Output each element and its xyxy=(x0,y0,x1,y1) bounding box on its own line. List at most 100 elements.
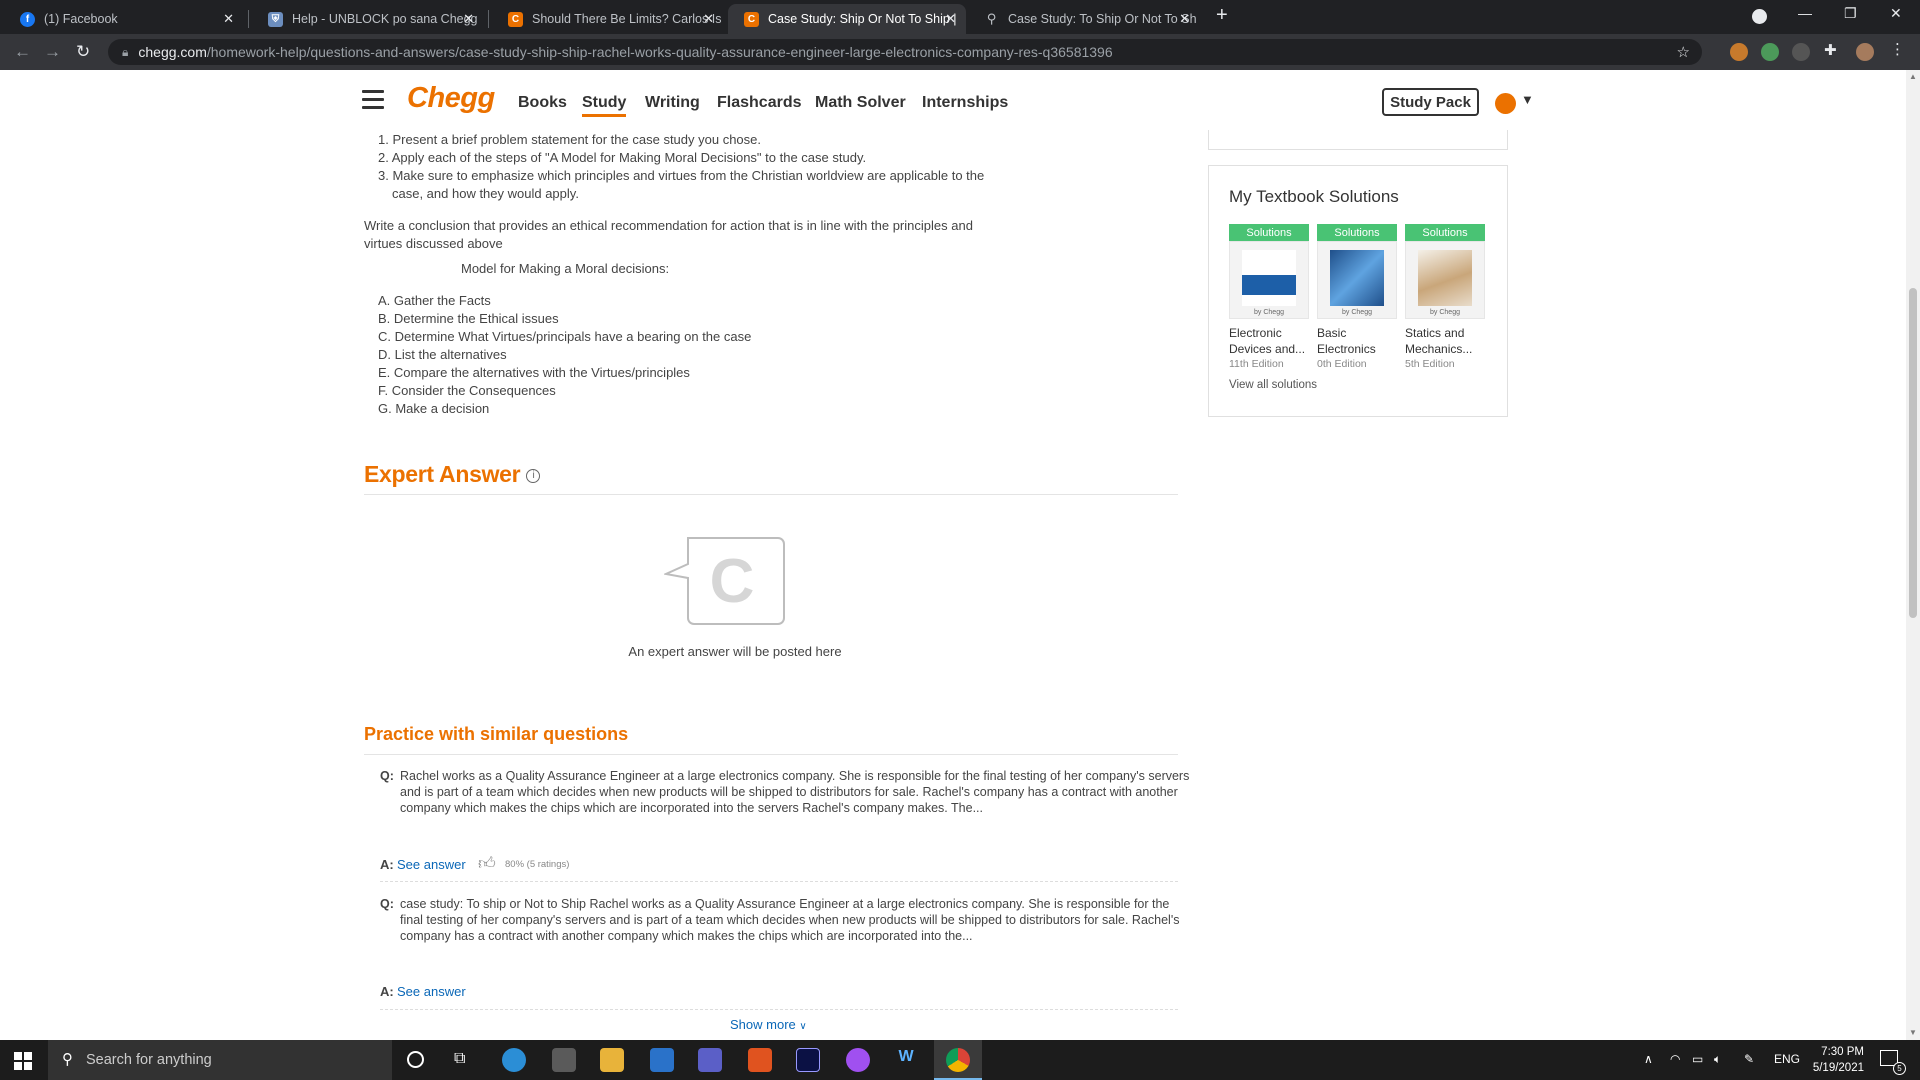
nav-books[interactable]: Books xyxy=(518,94,567,112)
url-domain: chegg.com xyxy=(138,44,207,60)
practice-title: Practice with similar questions xyxy=(364,724,629,744)
messenger-icon[interactable] xyxy=(846,1048,870,1072)
tab-title: Case Study: To Ship Or Not To Sh xyxy=(1008,12,1197,26)
battery-icon[interactable]: ▭ xyxy=(1692,1052,1703,1066)
tab-case-study-active[interactable]: C Case Study: Ship Or Not To Ship | ✕ xyxy=(728,4,966,34)
model-step-a: A. Gather the Facts xyxy=(378,293,491,308)
divider xyxy=(364,754,1178,755)
tab-separator xyxy=(488,10,489,28)
url-field[interactable]: 🔒︎ chegg.com/homework-help/questions-and… xyxy=(108,39,1702,65)
page-scrollbar[interactable]: ▲ ▼ xyxy=(1906,70,1920,1040)
tab-case-study-search[interactable]: ⚲ Case Study: To Ship Or Not To Sh ✕ xyxy=(968,4,1200,34)
forward-icon[interactable]: → xyxy=(44,42,61,62)
expert-answer-title: Expert Answer i xyxy=(364,461,541,488)
expert-placeholder-text: An expert answer will be posted here xyxy=(628,644,842,659)
chrome-taskbar-button[interactable] xyxy=(934,1040,982,1080)
teams-icon[interactable] xyxy=(698,1048,722,1072)
close-icon[interactable]: ✕ xyxy=(463,11,474,27)
waves-icon[interactable]: W xyxy=(894,1048,918,1072)
question-text: Rachel works as a Quality Assurance Engi… xyxy=(400,769,1190,815)
bookmark-star-icon[interactable]: ☆ xyxy=(1677,43,1690,61)
nav-math-solver[interactable]: Math Solver xyxy=(815,94,906,112)
step-2: 2. Apply each of the steps of "A Model f… xyxy=(378,150,867,165)
study-pack-button[interactable]: Study Pack xyxy=(1382,88,1479,116)
view-all-solutions-link[interactable]: View all solutions xyxy=(1229,379,1317,391)
office-icon[interactable] xyxy=(748,1048,772,1072)
info-icon[interactable]: i xyxy=(526,468,541,483)
show-more-button[interactable]: Show more ∨ xyxy=(730,1017,807,1032)
practice-question-2: Q: case study: To ship or Not to Ship Ra… xyxy=(380,896,1180,966)
textbook-item[interactable]: Solutions by Chegg Electronic Devices an… xyxy=(1229,224,1309,370)
scroll-up-icon[interactable]: ▲ xyxy=(1909,72,1917,81)
back-icon[interactable]: ← xyxy=(14,42,31,62)
extension-globe-icon[interactable] xyxy=(1761,43,1779,61)
scrollbar-thumb[interactable] xyxy=(1909,288,1917,618)
chevron-down-icon[interactable]: ▼ xyxy=(1521,92,1534,107)
facebook-icon: f xyxy=(20,11,35,27)
nav-flashcards[interactable]: Flashcards xyxy=(717,94,801,112)
address-bar-row: ← → ↻ 🔒︎ chegg.com/homework-help/questio… xyxy=(0,34,1920,70)
tray-chevron-up-icon[interactable]: ∧ xyxy=(1644,1052,1653,1066)
windows-start-icon[interactable] xyxy=(14,1052,32,1070)
restore-icon[interactable]: ❐ xyxy=(1844,5,1857,22)
tab-facebook[interactable]: f (1) Facebook ✕ xyxy=(4,4,244,34)
file-explorer-icon[interactable] xyxy=(600,1048,624,1072)
pen-icon[interactable]: ✎ xyxy=(1744,1052,1754,1066)
see-answer-link[interactable]: See answer xyxy=(397,984,466,999)
step-3-cont: case, and how they would apply. xyxy=(392,186,579,201)
tab-should-there-be-limits[interactable]: C Should There Be Limits? Carlos Is ✕ xyxy=(492,4,724,34)
avatar[interactable] xyxy=(1856,43,1874,61)
kebab-menu-icon[interactable]: ⋮ xyxy=(1890,40,1908,58)
by-chegg: by Chegg xyxy=(1430,309,1460,316)
edge-icon[interactable] xyxy=(502,1048,526,1072)
solutions-badge: Solutions xyxy=(1405,224,1485,241)
book-cover: by Chegg xyxy=(1405,241,1485,319)
minimize-icon[interactable]: — xyxy=(1798,5,1812,21)
by-chegg: by Chegg xyxy=(1342,309,1372,316)
mail-icon[interactable] xyxy=(650,1048,674,1072)
extension-abp-icon[interactable] xyxy=(1730,43,1748,61)
volume-icon[interactable]: 🔈︎ xyxy=(1714,1052,1721,1067)
network-icon[interactable]: ◠ xyxy=(1670,1052,1680,1066)
extension-icon[interactable] xyxy=(1792,43,1810,61)
language-indicator[interactable]: ENG xyxy=(1774,1052,1800,1066)
scroll-down-icon[interactable]: ▼ xyxy=(1909,1028,1917,1037)
nav-writing[interactable]: Writing xyxy=(645,94,700,112)
model-step-b: B. Determine the Ethical issues xyxy=(378,311,559,326)
search-icon: ⚲ xyxy=(62,1051,73,1068)
premiere-icon[interactable] xyxy=(796,1048,820,1072)
textbook-item[interactable]: Solutions by Chegg Basic Electronics 0th… xyxy=(1317,224,1397,370)
store-icon[interactable] xyxy=(552,1048,576,1072)
textbook-item[interactable]: Solutions by Chegg Statics and Mechanics… xyxy=(1405,224,1485,370)
answer-label: A: xyxy=(380,984,394,999)
chegg-logo[interactable]: Chegg xyxy=(407,82,495,115)
new-tab-icon[interactable]: + xyxy=(1216,4,1228,27)
chrome-icon xyxy=(946,1048,970,1072)
nav-study[interactable]: Study xyxy=(582,94,627,117)
model-step-e: E. Compare the alternatives with the Vir… xyxy=(378,365,690,380)
profile-menu-icon[interactable] xyxy=(1752,9,1767,24)
page-content: Chegg Books Study Writing Flashcards Mat… xyxy=(0,70,1906,1040)
close-icon[interactable]: ✕ xyxy=(703,11,714,27)
puzzle-icon[interactable]: ✚ xyxy=(1824,41,1842,59)
divider xyxy=(364,494,1178,495)
task-view-icon[interactable]: ⧉ xyxy=(454,1050,465,1068)
cortana-icon[interactable] xyxy=(407,1051,424,1068)
clock[interactable]: 7:30 PM 5/19/2021 xyxy=(1802,1044,1864,1076)
chegg-header: Chegg Books Study Writing Flashcards Mat… xyxy=(0,70,1906,130)
see-answer-link[interactable]: See answer xyxy=(397,857,466,872)
reload-icon[interactable]: ↻ xyxy=(76,42,90,62)
close-icon[interactable]: ✕ xyxy=(945,11,956,27)
close-icon[interactable]: ✕ xyxy=(223,11,234,27)
hamburger-menu-icon[interactable] xyxy=(362,90,384,114)
search-icon: ⚲ xyxy=(986,11,997,26)
chegg-icon: C xyxy=(508,11,523,27)
close-icon[interactable]: ✕ xyxy=(1179,11,1190,27)
model-title: Model for Making a Moral decisions: xyxy=(461,261,670,276)
avatar[interactable] xyxy=(1495,93,1516,114)
thumbs-up-icon[interactable]: 👍︎ xyxy=(478,853,496,874)
nav-internships[interactable]: Internships xyxy=(922,94,1008,112)
window-close-icon[interactable]: ✕ xyxy=(1890,5,1902,22)
taskbar-search-field[interactable]: ⚲ Search for anything xyxy=(48,1040,392,1080)
tab-help-unblock[interactable]: ⛨ Help - UNBLOCK po sana Chegg ✕ xyxy=(252,4,484,34)
